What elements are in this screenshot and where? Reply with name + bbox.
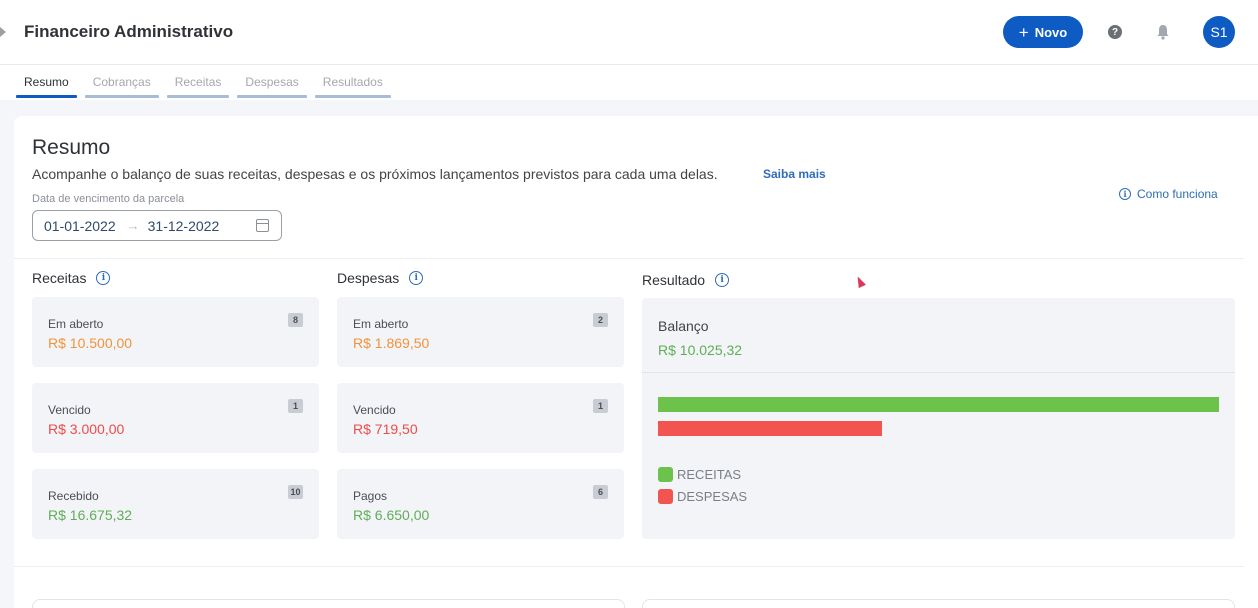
page-title: Resumo [32, 136, 111, 159]
count-badge: 2 [593, 313, 608, 327]
info-icon[interactable]: i [409, 271, 424, 285]
result-divider [642, 372, 1235, 373]
stat-label: Recebido [48, 489, 99, 503]
receitas-stat-card[interactable]: Em aberto R$ 10.500,00 8 [32, 297, 319, 367]
date-range-label: Data de vencimento da parcela [32, 193, 185, 205]
resultado-title: Resultado i [642, 272, 730, 288]
stat-value: R$ 16.675,32 [48, 507, 133, 523]
tab-resumo[interactable]: Resumo [16, 68, 77, 100]
stat-label: Vencido [48, 403, 91, 417]
stat-value: R$ 1.869,50 [353, 335, 430, 351]
app-title: Financeiro Administrativo [24, 22, 234, 41]
bar-despesas [658, 421, 882, 436]
balance-value: R$ 10.025,32 [658, 342, 743, 358]
top-bar: Financeiro Administrativo + Novo ? S1 [0, 0, 1258, 65]
stat-label: Pagos [353, 489, 388, 503]
despesas-stat-card[interactable]: Pagos R$ 6.650,00 6 [337, 469, 624, 539]
tab-despesas[interactable]: Despesas [237, 68, 308, 100]
despesas-title: Despesas i [337, 270, 424, 286]
receitas-title-label: Receitas [32, 270, 87, 286]
stat-value: R$ 719,50 [353, 421, 418, 437]
stat-label: Em aberto [48, 317, 104, 331]
new-button-label: Novo [1034, 24, 1068, 40]
legend-item: RECEITAS [658, 467, 741, 482]
calendar-icon[interactable] [256, 219, 269, 232]
info-icon: i [1119, 188, 1131, 200]
tab-bar: Resumo Cobranças Receitas Despesas Resultado… [16, 68, 391, 100]
count-badge: 6 [593, 485, 608, 499]
how-it-works-link[interactable]: i Como funciona [1119, 187, 1218, 201]
learn-more-link[interactable]: Saiba mais [763, 167, 826, 181]
stat-label: Vencido [353, 403, 396, 417]
legend-swatch [658, 489, 673, 504]
bottom-card-left [32, 599, 625, 608]
balance-label: Balanço [658, 318, 709, 334]
tab-resultados[interactable]: Resultados [314, 68, 391, 100]
bell-icon[interactable] [1156, 24, 1170, 40]
user-avatar[interactable]: S1 [1203, 16, 1235, 48]
page-description: Acompanhe o balanço de suas receitas, de… [32, 166, 718, 182]
new-button[interactable]: + Novo [1003, 16, 1083, 48]
date-start[interactable]: 01-01-2022 [44, 218, 116, 234]
legend-swatch [658, 467, 673, 482]
despesas-stat-card[interactable]: Em aberto R$ 1.869,50 2 [337, 297, 624, 367]
receitas-stat-card[interactable]: Recebido R$ 16.675,32 10 [32, 469, 319, 539]
result-panel: Balanço R$ 10.025,32 RECEITAS DESPESAS [642, 298, 1235, 539]
section-divider [14, 258, 1244, 259]
count-badge: 1 [593, 399, 608, 413]
date-end[interactable]: 31-12-2022 [148, 218, 220, 234]
help-icon[interactable]: ? [1108, 25, 1122, 39]
sidebar-toggle-icon[interactable] [0, 27, 6, 37]
resultado-title-label: Resultado [642, 272, 706, 288]
legend-label: DESPESAS [677, 489, 748, 504]
how-it-works-label: Como funciona [1137, 187, 1218, 201]
date-range-picker[interactable]: 01-01-2022 → 31-12-2022 [32, 210, 282, 241]
receitas-title: Receitas i [32, 270, 111, 286]
stat-value: R$ 3.000,00 [48, 421, 125, 437]
legend-label: RECEITAS [677, 467, 742, 482]
despesas-stat-card[interactable]: Vencido R$ 719,50 1 [337, 383, 624, 453]
info-icon[interactable]: i [715, 273, 730, 287]
tab-cobranas[interactable]: Cobranças [84, 68, 159, 100]
stat-label: Em aberto [353, 317, 409, 331]
despesas-title-label: Despesas [337, 270, 400, 286]
info-icon[interactable]: i [96, 271, 111, 285]
plus-icon: + [1018, 22, 1029, 42]
section-divider [14, 566, 1244, 567]
arrow-right-icon: → [126, 218, 140, 233]
stat-value: R$ 6.650,00 [353, 507, 430, 523]
receitas-stat-card[interactable]: Vencido R$ 3.000,00 1 [32, 383, 319, 453]
count-badge: 1 [288, 399, 303, 413]
count-badge: 8 [288, 313, 303, 327]
stat-value: R$ 10.500,00 [48, 335, 133, 351]
bar-receitas [658, 397, 1219, 412]
bottom-card-right [642, 599, 1235, 608]
count-badge: 10 [288, 485, 303, 499]
legend-item: DESPESAS [658, 489, 747, 504]
tab-receitas[interactable]: Receitas [166, 68, 230, 100]
